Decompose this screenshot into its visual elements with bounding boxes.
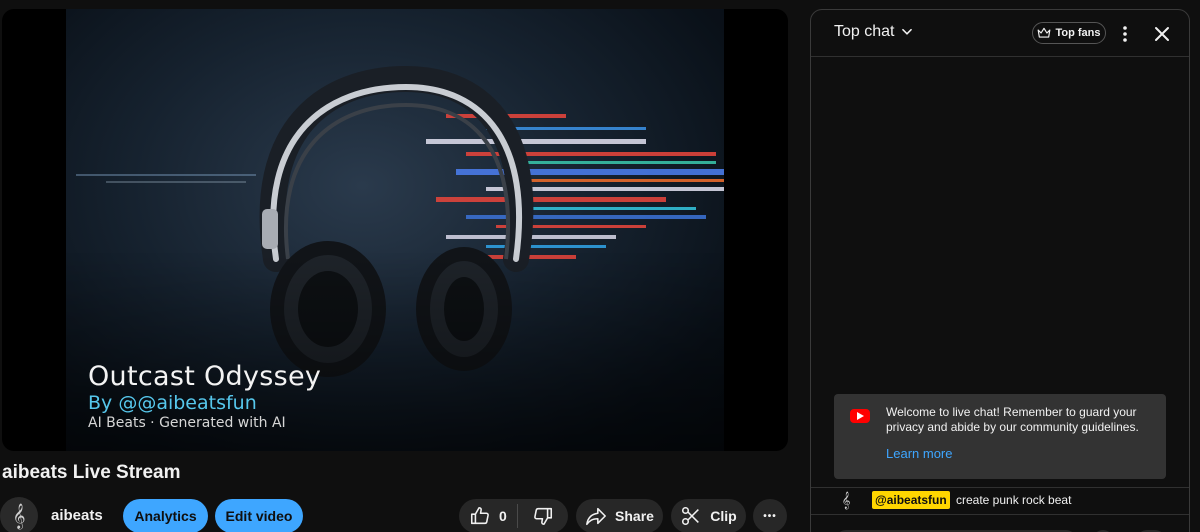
- video-overlay-title: Outcast Odyssey: [88, 361, 322, 392]
- treble-clef-icon: 𝄞: [841, 491, 851, 509]
- share-button[interactable]: Share: [576, 499, 663, 532]
- top-fans-button[interactable]: Top fans: [1032, 22, 1106, 44]
- treble-clef-icon: 𝄞: [12, 503, 26, 528]
- welcome-text: Welcome to live chat! Remember to guard …: [886, 405, 1139, 434]
- video-overlay-subtitle: AI Beats · Generated with AI: [88, 415, 286, 431]
- live-chat-panel: Top chat Top fans Welcome to live chat! …: [810, 9, 1190, 532]
- like-count: 0: [499, 508, 507, 524]
- thumbs-down-icon: [533, 507, 552, 526]
- chat-menu-button[interactable]: [1116, 23, 1134, 45]
- stream-title: aibeats Live Stream: [2, 462, 181, 483]
- more-horizontal-icon: •••: [763, 510, 777, 522]
- edit-video-button[interactable]: Edit video: [215, 499, 303, 532]
- chat-message-text: create punk rock beat: [956, 493, 1072, 507]
- scissors-icon: [682, 506, 700, 526]
- share-icon: [586, 507, 606, 526]
- clip-label: Clip: [710, 508, 737, 524]
- dislike-button[interactable]: [518, 499, 554, 532]
- glitch-streaks: [76, 114, 724, 259]
- analytics-button[interactable]: Analytics: [123, 499, 208, 532]
- chat-message[interactable]: 𝄞 @aibeatsfun create punk rock beat: [811, 487, 1189, 512]
- video-frame[interactable]: Outcast Odyssey By @@aibeatsfun AI Beats…: [66, 9, 724, 451]
- youtube-icon: [850, 409, 870, 423]
- more-vertical-icon: [1123, 26, 1127, 42]
- welcome-notice: Welcome to live chat! Remember to guard …: [834, 394, 1166, 479]
- chat-input-row: [811, 514, 1189, 532]
- top-fans-label: Top fans: [1055, 27, 1101, 39]
- video-player[interactable]: Outcast Odyssey By @@aibeatsfun AI Beats…: [2, 9, 788, 451]
- share-label: Share: [615, 508, 654, 524]
- more-actions-button[interactable]: •••: [753, 499, 787, 532]
- chat-mode-label: Top chat: [834, 23, 895, 40]
- clip-button[interactable]: Clip: [671, 499, 746, 532]
- chat-close-button[interactable]: [1150, 22, 1174, 46]
- chevron-down-icon: [902, 28, 913, 35]
- video-overlay-byline: By @@aibeatsfun: [88, 392, 257, 414]
- crown-icon: [1038, 27, 1051, 38]
- channel-avatar[interactable]: 𝄞: [0, 497, 38, 532]
- chat-message-author[interactable]: @aibeatsfun: [872, 491, 950, 509]
- like-button[interactable]: 0: [459, 499, 517, 532]
- learn-more-link[interactable]: Learn more: [886, 446, 952, 461]
- like-dislike-group: 0: [459, 499, 568, 532]
- thumbs-up-icon: [470, 506, 489, 525]
- chat-mode-dropdown[interactable]: Top chat: [834, 23, 914, 41]
- chat-header: Top chat Top fans: [811, 10, 1189, 57]
- close-icon: [1155, 27, 1169, 41]
- channel-name[interactable]: aibeats: [51, 507, 103, 524]
